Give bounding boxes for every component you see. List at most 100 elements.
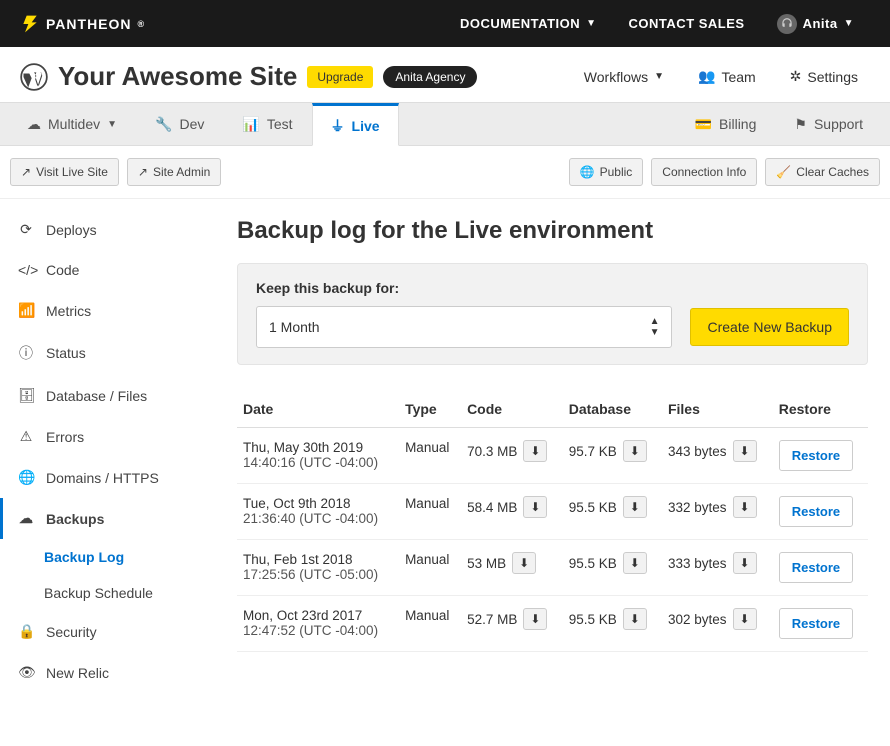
sidebar-item-database[interactable]: 🗄Database / Files	[0, 375, 215, 416]
sidebar-backups-label: Backups	[46, 511, 104, 527]
public-button[interactable]: 🌐 Public	[569, 158, 644, 186]
download-icon: ⬇	[530, 500, 540, 514]
backup-type: Manual	[399, 540, 461, 596]
cloud-up-icon: ☁	[18, 510, 34, 527]
keep-label: Keep this backup for:	[256, 280, 849, 296]
table-row: Mon, Oct 23rd 201712:47:52 (UTC -04:00)M…	[237, 596, 868, 652]
database-icon: 🗄	[18, 387, 34, 404]
globe-icon: 🌐	[580, 165, 595, 179]
sidebar-sub-backup-log[interactable]: Backup Log	[0, 539, 215, 575]
tab-test[interactable]: 📊 Test	[223, 103, 311, 145]
table-row: Thu, Feb 1st 201817:25:56 (UTC -05:00)Ma…	[237, 540, 868, 596]
tab-support[interactable]: ⚑ Support	[775, 103, 882, 145]
download-files-button[interactable]: ⬇	[733, 608, 757, 630]
team-link[interactable]: 👥 Team	[686, 68, 768, 85]
download-files-button[interactable]: ⬇	[733, 496, 757, 518]
download-db-button[interactable]: ⬇	[623, 496, 647, 518]
agency-badge: Anita Agency	[383, 66, 477, 88]
download-icon: ⬇	[630, 500, 640, 514]
broom-icon: 🧹	[776, 165, 791, 179]
info-icon: ⓘ	[18, 343, 34, 363]
restore-button[interactable]: Restore	[779, 608, 853, 639]
backup-table: Date Type Code Database Files Restore Th…	[237, 391, 868, 652]
download-icon: ⬇	[630, 612, 640, 626]
headset-icon	[780, 17, 794, 31]
backup-date: Thu, May 30th 2019	[243, 440, 393, 455]
tab-billing[interactable]: 💳 Billing	[676, 103, 776, 145]
col-code: Code	[461, 391, 563, 428]
backup-time: 17:25:56 (UTC -05:00)	[243, 567, 393, 582]
cloud-icon: ☁	[27, 116, 41, 133]
col-database: Database	[563, 391, 662, 428]
sidebar-newrelic-label: New Relic	[46, 665, 109, 681]
site-admin-label: Site Admin	[153, 165, 210, 179]
refresh-icon: ⟳	[18, 221, 34, 238]
sidebar-domains-label: Domains / HTTPS	[46, 470, 159, 486]
files-size: 333 bytes	[668, 556, 727, 571]
keep-duration-select[interactable]: 1 Month ▲▼	[256, 306, 672, 348]
clear-caches-button[interactable]: 🧹 Clear Caches	[765, 158, 880, 186]
sidebar-sub-backup-schedule[interactable]: Backup Schedule	[0, 575, 215, 611]
restore-button[interactable]: Restore	[779, 496, 853, 527]
user-menu[interactable]: Anita ▼	[761, 14, 870, 34]
tab-dev[interactable]: 🔧 Dev	[136, 103, 223, 145]
db-size: 95.5 KB	[569, 500, 617, 515]
code-icon: </>	[18, 262, 34, 278]
download-db-button[interactable]: ⬇	[623, 608, 647, 630]
sidebar-errors-label: Errors	[46, 429, 84, 445]
download-code-button[interactable]: ⬇	[523, 440, 547, 462]
restore-button[interactable]: Restore	[779, 552, 853, 583]
site-admin-button[interactable]: ↗ Site Admin	[127, 158, 221, 186]
clear-caches-label: Clear Caches	[796, 165, 869, 179]
contact-sales-link[interactable]: CONTACT SALES	[613, 16, 761, 31]
download-code-button[interactable]: ⬇	[523, 608, 547, 630]
connection-info-button[interactable]: Connection Info	[651, 158, 757, 186]
download-icon: ⬇	[519, 556, 529, 570]
tab-multidev[interactable]: ☁ Multidev ▼	[8, 103, 136, 145]
pantheon-icon	[20, 14, 40, 34]
code-size: 53 MB	[467, 556, 506, 571]
sidebar-item-backups[interactable]: ☁ Backups	[0, 498, 215, 539]
table-row: Tue, Oct 9th 201821:36:40 (UTC -04:00)Ma…	[237, 484, 868, 540]
sidebar-item-domains[interactable]: 🌐Domains / HTTPS	[0, 457, 215, 498]
main-content: Backup log for the Live environment Keep…	[215, 199, 890, 703]
visit-site-button[interactable]: ↗ Visit Live Site	[10, 158, 119, 186]
settings-link[interactable]: ✲ Settings	[778, 68, 870, 85]
sidebar-item-newrelic[interactable]: 👁New Relic	[0, 652, 215, 693]
download-db-button[interactable]: ⬇	[623, 440, 647, 462]
code-size: 52.7 MB	[467, 612, 517, 627]
documentation-link[interactable]: DOCUMENTATION ▼	[444, 16, 613, 31]
sidebar-deploys-label: Deploys	[46, 222, 97, 238]
db-size: 95.5 KB	[569, 556, 617, 571]
tab-test-label: Test	[267, 116, 293, 132]
sidebar-item-deploys[interactable]: ⟳ Deploys	[0, 209, 215, 250]
download-icon: ⬇	[739, 444, 749, 458]
sidebar-item-errors[interactable]: ⚠Errors	[0, 416, 215, 457]
sidebar-item-status[interactable]: ⓘStatus	[0, 331, 215, 375]
upgrade-badge[interactable]: Upgrade	[307, 66, 373, 88]
download-code-button[interactable]: ⬇	[523, 496, 547, 518]
bars-icon: 📶	[18, 302, 34, 319]
brand-text: PANTHEON	[46, 16, 132, 32]
topbar: PANTHEON® DOCUMENTATION ▼ CONTACT SALES …	[0, 0, 890, 47]
sidebar-item-metrics[interactable]: 📶Metrics	[0, 290, 215, 331]
keep-duration-value: 1 Month	[269, 319, 320, 335]
workflows-link[interactable]: Workflows ▼	[572, 69, 676, 85]
download-files-button[interactable]: ⬇	[733, 552, 757, 574]
download-files-button[interactable]: ⬇	[733, 440, 757, 462]
sidebar-item-security[interactable]: 🔒Security	[0, 611, 215, 652]
download-db-button[interactable]: ⬇	[623, 552, 647, 574]
backup-type: Manual	[399, 484, 461, 540]
restore-button[interactable]: Restore	[779, 440, 853, 471]
sidebar-item-code[interactable]: </>Code	[0, 250, 215, 290]
registered-mark: ®	[138, 19, 146, 29]
col-restore: Restore	[773, 391, 868, 428]
page-title: Backup log for the Live environment	[237, 217, 868, 245]
create-backup-button[interactable]: Create New Backup	[690, 308, 849, 346]
flag-icon: ⚑	[794, 116, 807, 133]
backup-date: Tue, Oct 9th 2018	[243, 496, 393, 511]
brand-logo[interactable]: PANTHEON ®	[20, 14, 145, 34]
tab-live[interactable]: ⏚ Live	[312, 103, 399, 146]
download-code-button[interactable]: ⬇	[512, 552, 536, 574]
workflows-label: Workflows	[584, 69, 648, 85]
